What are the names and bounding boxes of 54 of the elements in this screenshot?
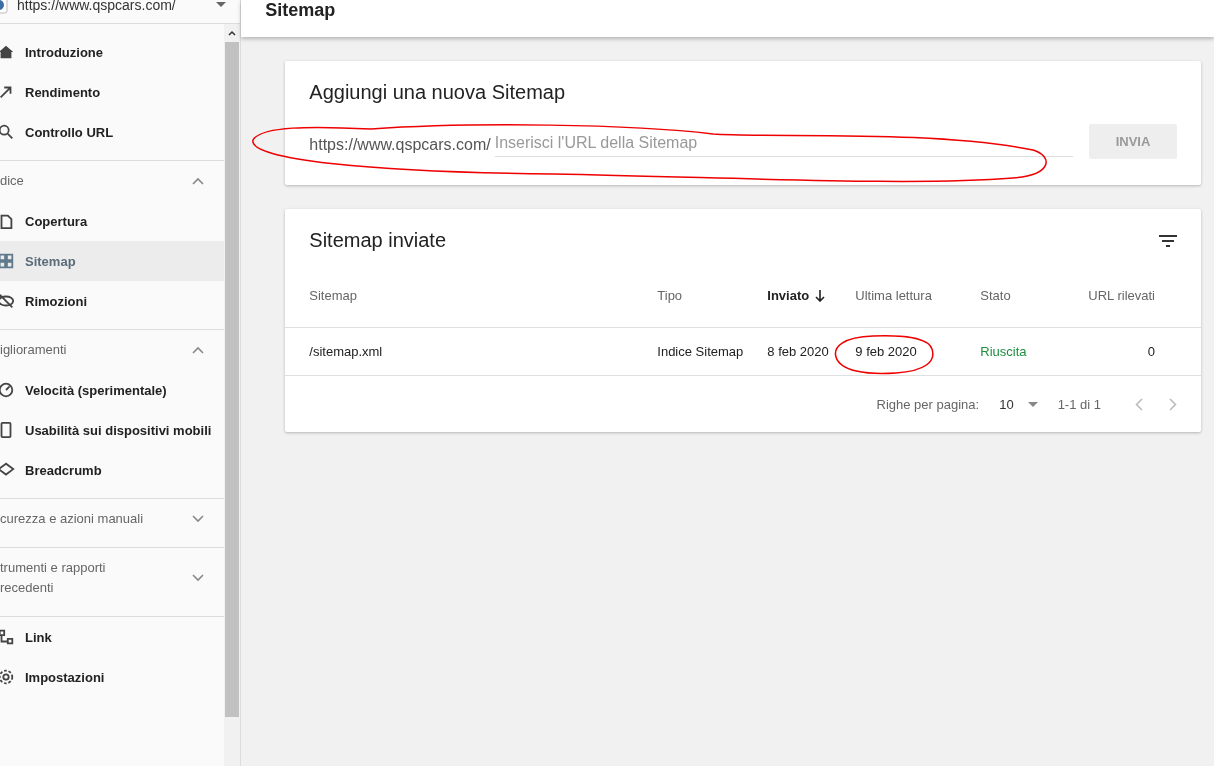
table-cell-text: 9 feb 2020 [855, 344, 918, 359]
card-title: Aggiungi una nuova Sitemap [309, 81, 567, 104]
section-header[interactable]: curezza e azioni manuali [0, 499, 225, 539]
sidebar-item[interactable]: Breadcrumb [0, 450, 225, 490]
column-header[interactable]: Tipo [657, 288, 768, 303]
card-title: Sitemap inviate [309, 229, 447, 252]
settings-icon [0, 668, 15, 686]
column-header[interactable]: Sitemap [309, 288, 658, 303]
url-prefix: https://www.qspcars.com/ [309, 134, 491, 154]
section-header[interactable]: iglioramenti [0, 330, 225, 370]
dropdown-caret-icon[interactable] [216, 2, 227, 7]
column-header[interactable]: Ultima lettura [855, 288, 981, 303]
chevron-up-icon[interactable] [192, 177, 205, 185]
sidebar-item[interactable]: Copertura [0, 201, 225, 241]
network-icon [0, 628, 15, 646]
sidebar-item[interactable]: Introduzione [0, 32, 225, 72]
search-icon [0, 123, 15, 141]
table-cell-text: Riuscita [980, 344, 1028, 359]
chevron-up-icon[interactable] [192, 346, 205, 354]
table-cell-text: 0 [1146, 344, 1155, 359]
column-header[interactable]: Stato [980, 288, 1089, 303]
sidebar-item[interactable]: Rendimento [0, 72, 225, 112]
sidebar-item[interactable]: Link [0, 617, 225, 657]
grid-icon [0, 252, 15, 270]
sort-arrow-icon [815, 289, 826, 302]
filter-icon[interactable] [1159, 234, 1177, 247]
sidebar-item[interactable]: Velocità (sperimentale) [0, 370, 225, 410]
sidebar-item[interactable]: Impostazioni [0, 657, 225, 697]
sidebar-item[interactable]: Rimozioni [0, 281, 225, 321]
document-icon [0, 212, 15, 230]
sidebar-item[interactable]: Controllo URL [0, 112, 225, 152]
table-cell-text: /sitemap.xml [309, 344, 384, 359]
home-icon [0, 43, 15, 61]
page-title: Sitemap [265, 0, 336, 21]
sidebar-item[interactable]: Sitemap [0, 241, 225, 281]
sitemap-url-field[interactable]: Inserisci l'URL della Sitemap [494, 126, 1073, 157]
page-range: 1-1 di 1 [1057, 396, 1101, 412]
chevron-down-icon[interactable] [192, 574, 205, 582]
scrollbar-thumb[interactable] [225, 42, 240, 717]
sidebar-item[interactable]: Usabilità sui dispositivi mobili [0, 410, 225, 450]
column-header[interactable]: Inviato [767, 288, 856, 303]
rows-per-page-label: Righe per pagina: [876, 396, 980, 412]
table-cell-text: Indice Sitemap [657, 344, 745, 359]
table-cell-text: 8 feb 2020 [767, 344, 830, 359]
eye-slash-icon [0, 292, 15, 310]
property-url[interactable]: https://www.qspcars.com/ [17, 0, 208, 13]
chevron-down-icon[interactable] [192, 515, 205, 523]
column-header[interactable]: URL rilevati [1088, 288, 1155, 303]
section-header[interactable]: dice [0, 161, 225, 201]
section-header[interactable]: trumenti e rapporti recedenti [0, 548, 225, 608]
dropdown-caret-icon [1027, 401, 1038, 407]
scrollbar[interactable] [224, 24, 241, 766]
gauge-icon [0, 381, 15, 399]
rows-per-page-select[interactable]: 10 [999, 396, 1038, 412]
